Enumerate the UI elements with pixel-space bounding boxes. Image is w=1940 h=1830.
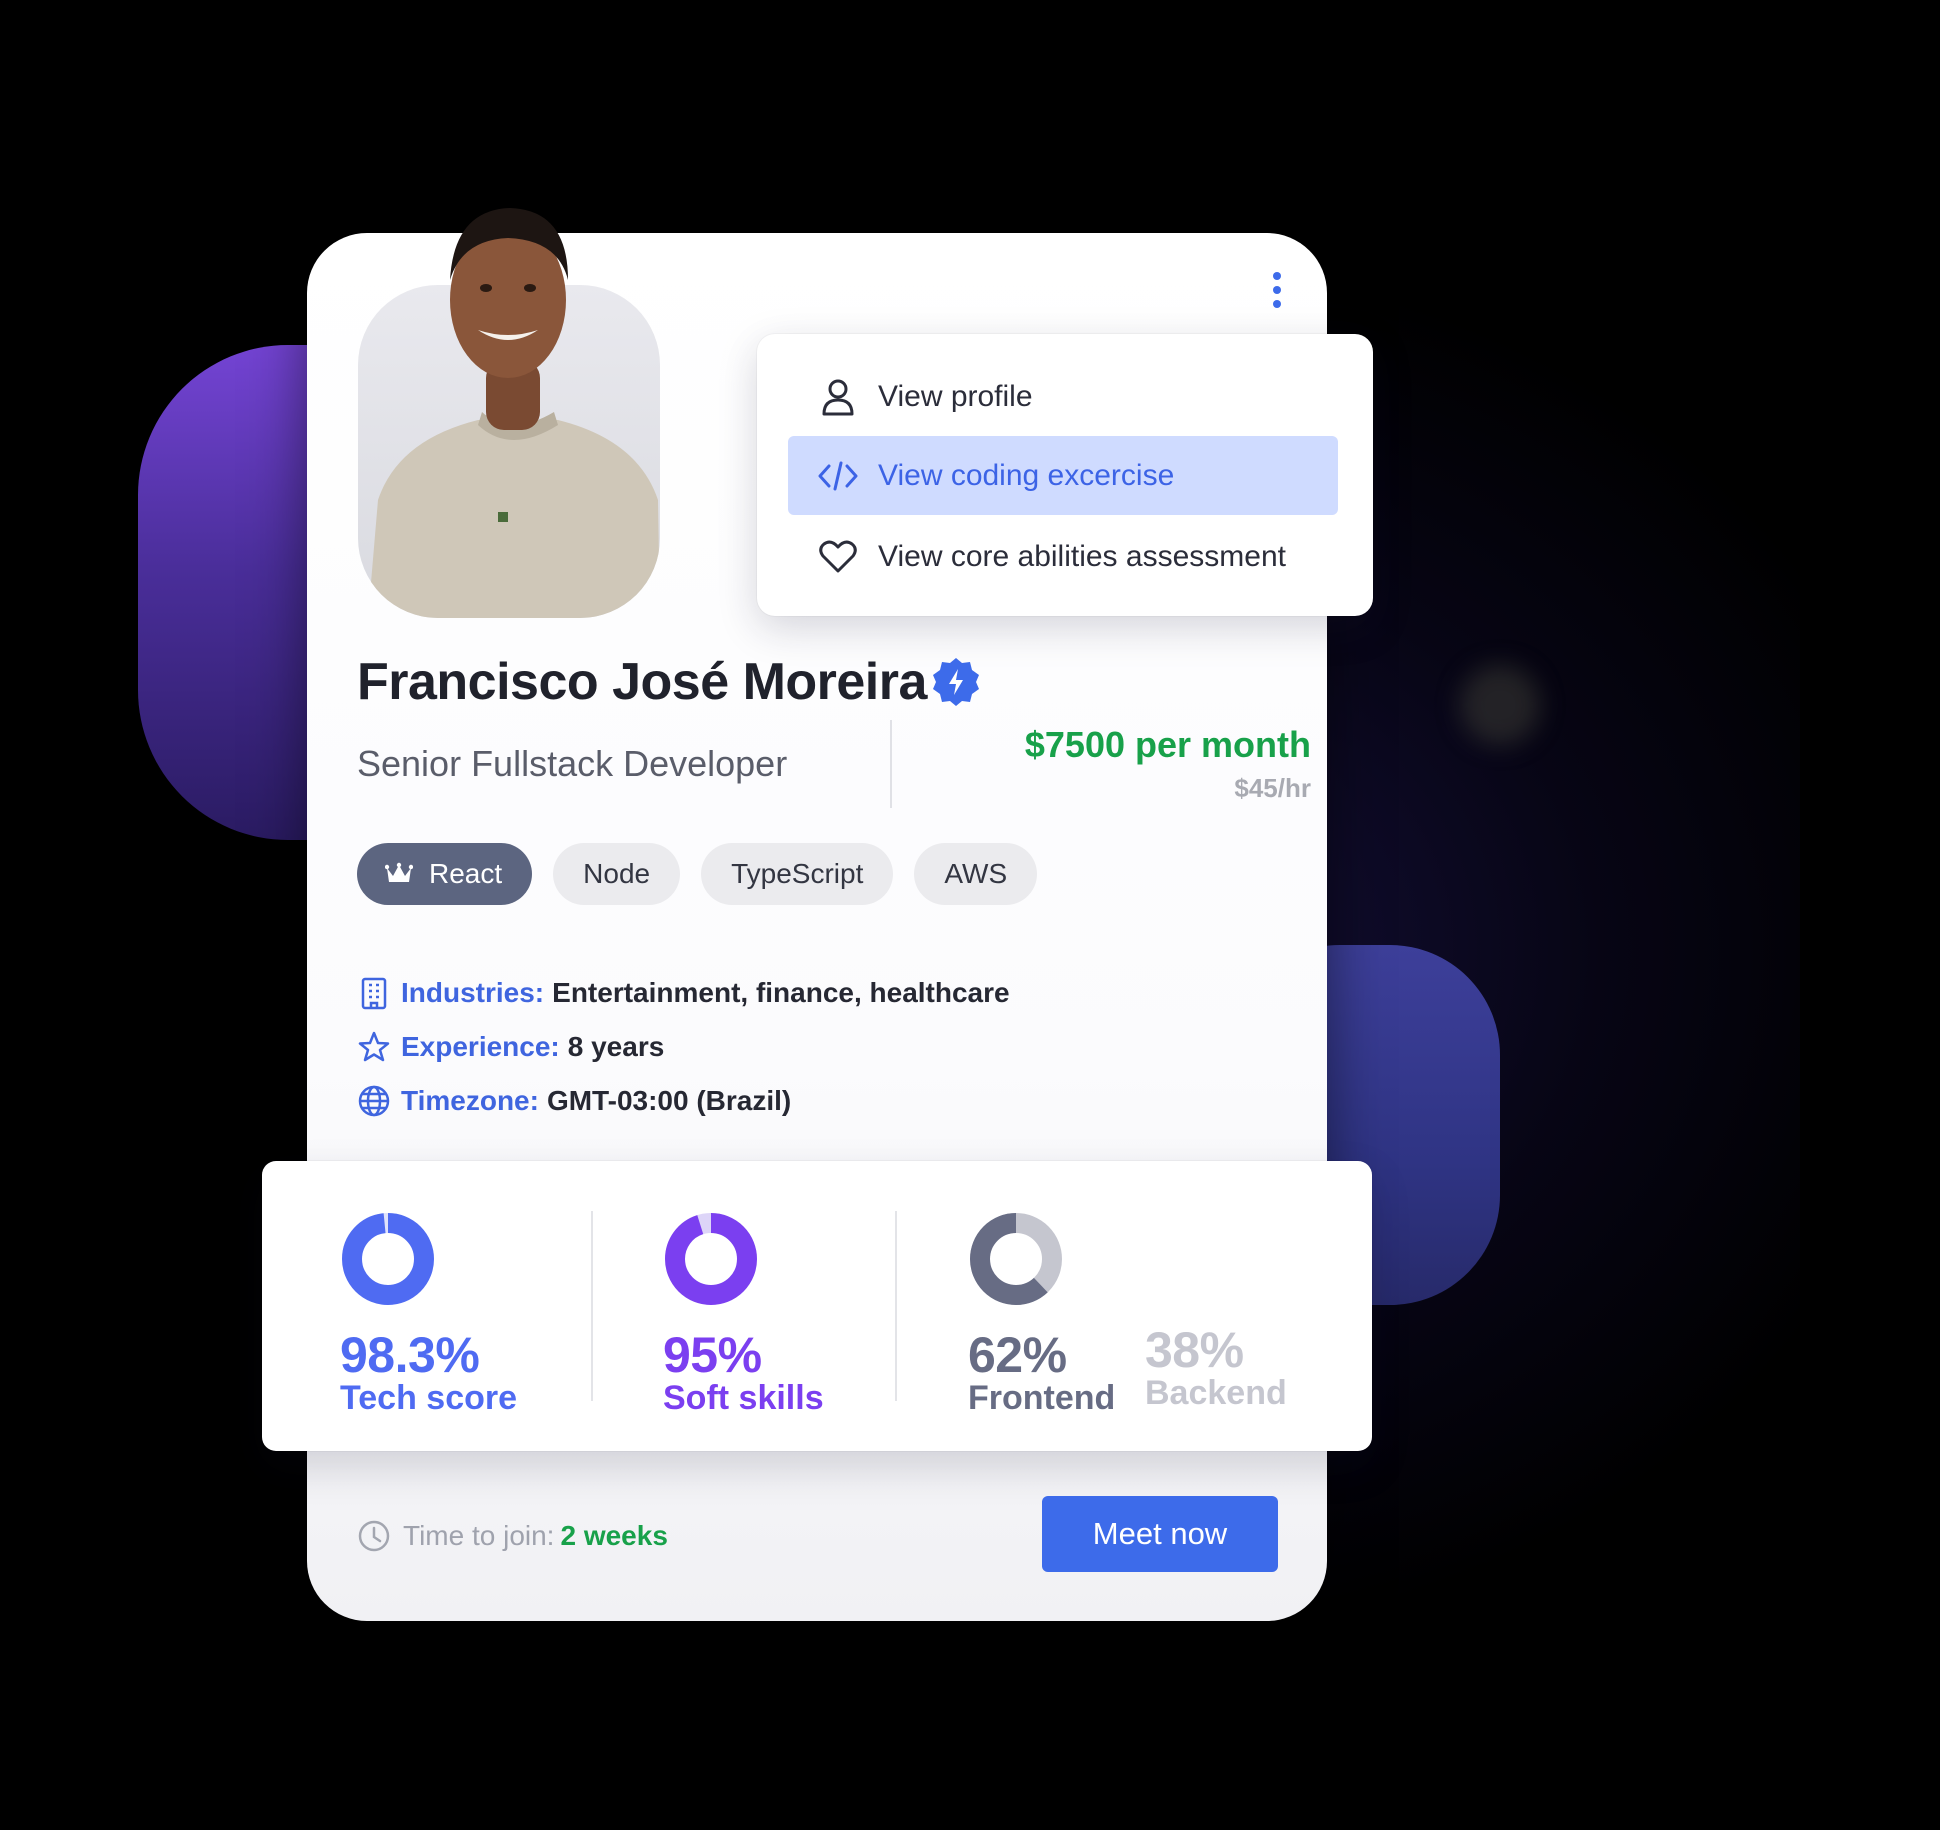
- time-to-join-value: 2 weeks: [560, 1520, 668, 1551]
- soft-skills-label: Soft skills: [663, 1379, 824, 1417]
- industries-value: Entertainment, finance, healthcare: [552, 977, 1010, 1008]
- skill-chip-label: Node: [583, 858, 651, 889]
- meet-now-button[interactable]: Meet now: [1042, 1496, 1278, 1572]
- soft-skills-value: 95%: [663, 1327, 762, 1383]
- divider: [895, 1211, 897, 1401]
- decorative-glow-dot: [1460, 665, 1540, 745]
- star-icon: [358, 1031, 390, 1062]
- user-icon: [818, 377, 858, 417]
- timezone-value: GMT-03:00 (Brazil): [546, 1085, 792, 1116]
- more-options-icon[interactable]: [1265, 270, 1289, 318]
- options-menu: View profile View coding excercise View …: [757, 334, 1373, 616]
- globe-icon: [358, 1085, 390, 1117]
- clock-icon: [358, 1520, 390, 1552]
- code-icon: [818, 456, 858, 496]
- verified-badge-icon: [933, 658, 979, 706]
- soft-skills-stat: 95% Soft skills: [663, 1211, 824, 1416]
- industries-label: Industries:: [401, 977, 545, 1008]
- experience-label: Experience:: [401, 1031, 560, 1062]
- backend-stat: 38% Backend: [1145, 1211, 1287, 1411]
- frontend-value: 62%: [968, 1327, 1067, 1383]
- stats-panel: 98.3% Tech score 95% Soft skills 62% Fro…: [262, 1161, 1372, 1451]
- candidate-role: Senior Fullstack Developer: [357, 743, 788, 784]
- frontend-backend-donut: [970, 1213, 1062, 1305]
- skill-chip-typescript[interactable]: TypeScript: [701, 843, 894, 905]
- skill-chip-label: React: [429, 858, 503, 889]
- frontend-stat: 62% Frontend: [968, 1211, 1115, 1416]
- tech-score-donut: [342, 1213, 434, 1305]
- tech-score-stat: 98.3% Tech score: [340, 1211, 517, 1416]
- building-icon: [361, 977, 387, 1010]
- candidate-name: Francisco José Moreira: [357, 653, 927, 711]
- avatar: [358, 208, 660, 618]
- hourly-rate: $45/hr: [1234, 773, 1311, 803]
- tech-score-arc: [342, 1213, 434, 1305]
- divider: [591, 1211, 593, 1401]
- backend-label: Backend: [1145, 1374, 1287, 1412]
- divider: [890, 720, 892, 808]
- frontend-label: Frontend: [968, 1379, 1116, 1417]
- heart-icon: [818, 537, 858, 577]
- experience-row: Experience: 8 years: [357, 1027, 664, 1067]
- backend-value: 38%: [1145, 1322, 1244, 1378]
- time-to-join: Time to join: 2 weeks: [357, 1516, 668, 1556]
- skill-chip-aws[interactable]: AWS: [914, 843, 1038, 905]
- menu-item-view-core-abilities[interactable]: View core abilities assessment: [788, 517, 1338, 596]
- skill-chip-node[interactable]: Node: [553, 843, 681, 905]
- skill-chip-label: AWS: [944, 858, 1008, 889]
- time-to-join-label: Time to join:: [403, 1520, 555, 1551]
- industries-row: Industries: Entertainment, finance, heal…: [357, 973, 1010, 1013]
- timezone-row: Timezone: GMT-03:00 (Brazil): [357, 1081, 791, 1121]
- tech-score-label: Tech score: [340, 1379, 518, 1417]
- menu-item-label: View core abilities assessment: [878, 539, 1286, 573]
- experience-value: 8 years: [567, 1031, 665, 1062]
- menu-item-view-profile[interactable]: View profile: [788, 357, 1338, 436]
- skill-chips: React Node TypeScript AWS: [357, 843, 1038, 905]
- skill-chip-react[interactable]: React: [357, 843, 533, 905]
- timezone-label: Timezone:: [401, 1085, 539, 1116]
- skill-chip-label: TypeScript: [731, 858, 864, 889]
- menu-item-label: View coding excercise: [878, 458, 1175, 492]
- soft-skills-arc: [665, 1213, 757, 1305]
- tech-score-value: 98.3%: [340, 1327, 480, 1383]
- menu-item-view-coding-exercise[interactable]: View coding excercise: [788, 436, 1338, 515]
- monthly-rate: $7500 per month: [1024, 724, 1311, 765]
- menu-item-label: View profile: [878, 379, 1033, 413]
- soft-skills-donut: [665, 1213, 757, 1305]
- crown-icon: [385, 862, 413, 882]
